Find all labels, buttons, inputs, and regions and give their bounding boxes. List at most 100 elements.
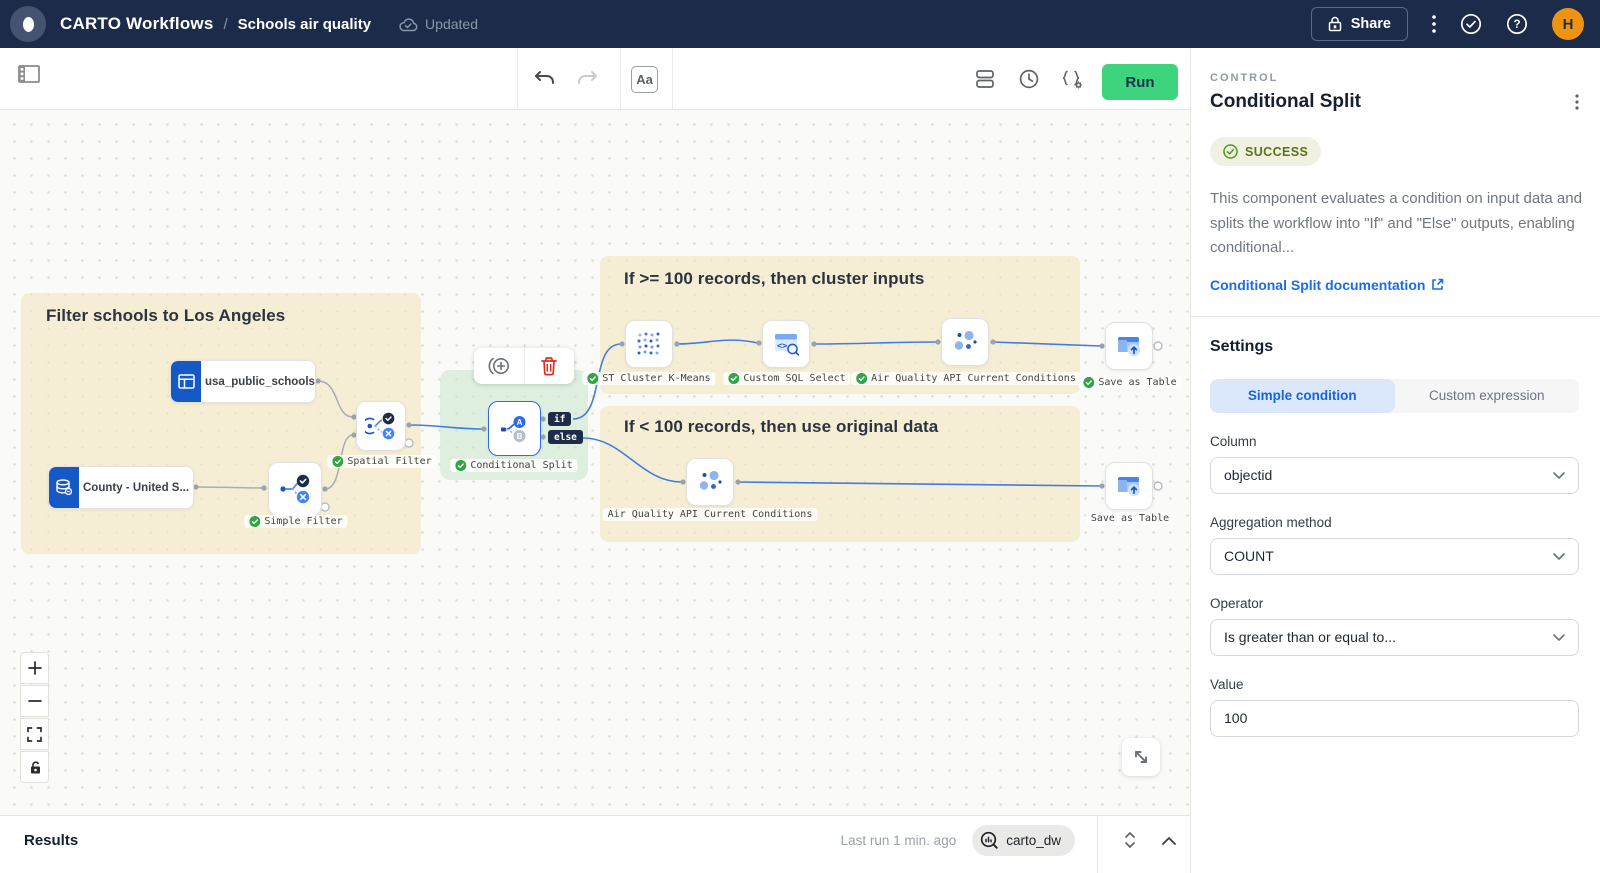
workflow-edges xyxy=(0,110,1190,815)
help-icon: ? xyxy=(1506,13,1528,35)
last-run-label: Last run 1 min. ago xyxy=(841,833,957,848)
annotation-button[interactable]: Aa xyxy=(631,66,658,93)
node-label-text: Air Quality API Current Conditions xyxy=(871,373,1076,384)
tab-custom-expression[interactable]: Custom expression xyxy=(1395,379,1580,413)
select-value: objectid xyxy=(1224,467,1272,483)
run-button[interactable]: Run xyxy=(1102,64,1178,100)
component-description: This component evaluates a condition on … xyxy=(1210,187,1582,261)
success-check-icon xyxy=(587,373,598,384)
panel-divider xyxy=(1191,316,1600,317)
save-table-icon xyxy=(1114,331,1144,361)
zoom-in-button[interactable] xyxy=(20,652,49,684)
chevron-down-icon xyxy=(1553,472,1565,479)
duplicate-node-button[interactable] xyxy=(474,348,524,384)
expand-results-button[interactable] xyxy=(1122,738,1160,776)
redo-button[interactable] xyxy=(575,67,599,89)
node-label-text: Custom SQL Select xyxy=(743,373,845,384)
resize-results-button[interactable] xyxy=(1124,831,1136,849)
node-label-text: Simple Filter xyxy=(264,516,342,527)
validation-status-button[interactable] xyxy=(1460,13,1482,35)
cluster-dots-icon xyxy=(634,329,664,359)
app-title: CARTO Workflows xyxy=(60,14,214,34)
node-conditional-split[interactable]: AB xyxy=(488,401,541,456)
chevron-down-icon xyxy=(1553,634,1565,641)
node-status-label: Save as Table xyxy=(1086,512,1174,525)
svg-text:<>: <> xyxy=(777,342,787,352)
help-button[interactable]: ? xyxy=(1506,13,1528,35)
lock-icon xyxy=(28,760,42,775)
data-sources-button[interactable] xyxy=(974,68,996,90)
workflow-name[interactable]: Schools air quality xyxy=(238,16,371,33)
node-custom-sql-select[interactable]: <> xyxy=(762,320,810,368)
status-badge: SUCCESS xyxy=(1210,137,1321,166)
documentation-link[interactable]: Conditional Split documentation xyxy=(1210,277,1444,293)
node-status-label: Save as Table xyxy=(1078,376,1181,389)
node-status-label: Air Quality API Current Conditions xyxy=(603,508,818,521)
node-spatial-filter[interactable] xyxy=(356,401,406,451)
undo-button[interactable] xyxy=(533,67,557,89)
chevron-up-icon xyxy=(1162,836,1176,845)
svg-text:B: B xyxy=(516,431,522,440)
copy-plus-icon xyxy=(486,355,512,377)
aggregation-select[interactable]: COUNT xyxy=(1210,538,1579,575)
cloud-check-icon xyxy=(399,17,418,32)
operator-select[interactable]: Is greater than or equal to... xyxy=(1210,619,1579,656)
clock-icon xyxy=(1018,68,1040,90)
node-county-source[interactable]: County - United S... xyxy=(48,466,194,509)
top-bar: CARTO Workflows / Schools air quality Up… xyxy=(0,0,1600,48)
fit-to-screen-button[interactable] xyxy=(20,718,49,750)
else-output-badge[interactable]: else xyxy=(548,430,583,444)
user-avatar[interactable]: H xyxy=(1552,8,1584,40)
node-label-text: Spatial Filter xyxy=(347,456,431,467)
lock-canvas-button[interactable] xyxy=(20,751,49,783)
lock-icon xyxy=(1328,16,1342,32)
node-air-quality-api-1[interactable] xyxy=(941,318,989,366)
node-simple-filter[interactable] xyxy=(268,462,322,516)
edge xyxy=(409,425,483,429)
value-input[interactable] xyxy=(1210,700,1579,737)
edge xyxy=(677,340,758,344)
minus-icon xyxy=(28,694,42,708)
tab-simple-condition[interactable]: Simple condition xyxy=(1210,379,1395,413)
panel-options-button[interactable] xyxy=(1575,94,1579,110)
success-check-icon xyxy=(249,516,260,527)
carto-workflows-app: CARTO Workflows / Schools air quality Up… xyxy=(0,0,1600,873)
more-options-button[interactable] xyxy=(1432,15,1436,33)
connection-selector[interactable]: carto_dw xyxy=(972,825,1075,856)
sql-export-button[interactable] xyxy=(1060,68,1086,91)
node-air-quality-api-2[interactable] xyxy=(686,458,734,506)
carto-logo-icon[interactable] xyxy=(10,6,46,42)
condition-mode-tabs: Simple condition Custom expression xyxy=(1210,379,1579,413)
toggle-components-sidebar-button[interactable] xyxy=(18,65,40,83)
filter-icon xyxy=(278,473,312,505)
air-quality-icon xyxy=(695,467,725,497)
node-label-text: Conditional Split xyxy=(470,460,572,471)
air-quality-icon xyxy=(950,327,980,357)
svg-text:A: A xyxy=(516,417,522,426)
share-button[interactable]: Share xyxy=(1311,7,1408,41)
undo-icon xyxy=(533,67,557,89)
node-status-label: Air Quality API Current Conditions xyxy=(851,372,1081,385)
sql-select-icon: <> xyxy=(771,329,801,359)
zoom-out-button[interactable] xyxy=(20,685,49,717)
node-save-as-table-2[interactable] xyxy=(1105,462,1153,510)
breadcrumb-separator: / xyxy=(224,16,228,33)
column-select[interactable]: objectid xyxy=(1210,457,1579,494)
node-status-label: Simple Filter xyxy=(244,515,347,528)
node-st-cluster-kmeans[interactable] xyxy=(625,320,673,368)
collapse-results-button[interactable] xyxy=(1162,836,1176,845)
workflow-canvas[interactable]: Filter schools to Los Angeles If >= 100 … xyxy=(0,110,1190,815)
column-field: Column objectid xyxy=(1210,434,1579,494)
field-label: Operator xyxy=(1210,596,1579,611)
select-value: Is greater than or equal to... xyxy=(1224,629,1396,645)
node-save-as-table-1[interactable] xyxy=(1105,322,1153,370)
delete-node-button[interactable] xyxy=(525,348,575,384)
node-label: County - United S... xyxy=(79,482,193,494)
node-usa-public-schools[interactable]: usa_public_schools xyxy=(170,360,316,403)
trash-icon xyxy=(540,356,558,376)
node-status-label: Spatial Filter xyxy=(327,455,436,468)
if-output-badge[interactable]: if xyxy=(548,412,571,426)
execution-history-button[interactable] xyxy=(1018,68,1040,90)
toolbar-divider xyxy=(517,48,518,109)
doc-link-label: Conditional Split documentation xyxy=(1210,277,1425,293)
